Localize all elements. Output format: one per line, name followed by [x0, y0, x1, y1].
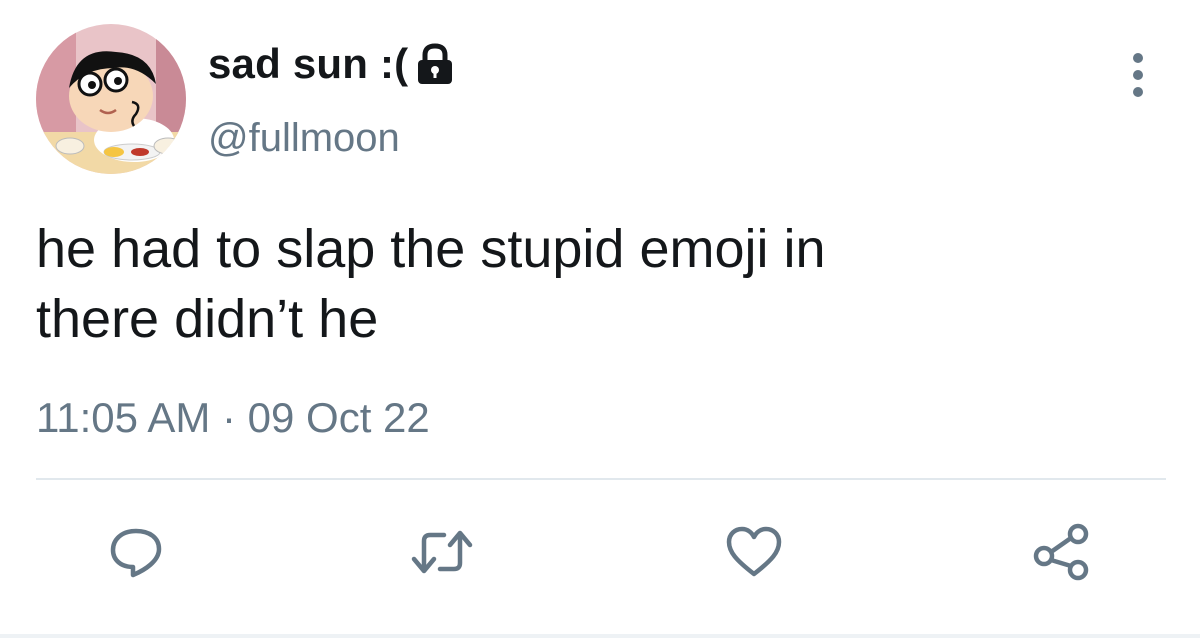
divider: [36, 478, 1166, 480]
retweet-icon: [411, 530, 473, 574]
tweet-text: he had to slap the stupid emoji in there…: [36, 219, 826, 349]
retweet-button[interactable]: [410, 520, 474, 584]
tweet-timestamp[interactable]: 11:05 AM · 09 Oct 22: [36, 394, 430, 442]
user-handle[interactable]: @fullmoon: [208, 116, 400, 161]
heart-icon: [726, 526, 782, 577]
avatar-image: [36, 24, 186, 174]
display-name-text: sad sun :(: [208, 40, 409, 87]
bottom-border: [0, 634, 1200, 638]
share-icon: [1033, 523, 1089, 581]
like-button[interactable]: [722, 520, 786, 584]
lock-icon: [418, 43, 453, 84]
display-name[interactable]: sad sun :(: [208, 40, 456, 88]
reply-button[interactable]: [104, 520, 168, 584]
avatar[interactable]: [36, 24, 186, 174]
reply-icon: [110, 528, 162, 578]
share-button[interactable]: [1030, 520, 1094, 584]
tweet-card: sad sun :( @fullmoon he had to slap the …: [0, 0, 1200, 638]
more-vertical-icon[interactable]: [1118, 48, 1158, 102]
